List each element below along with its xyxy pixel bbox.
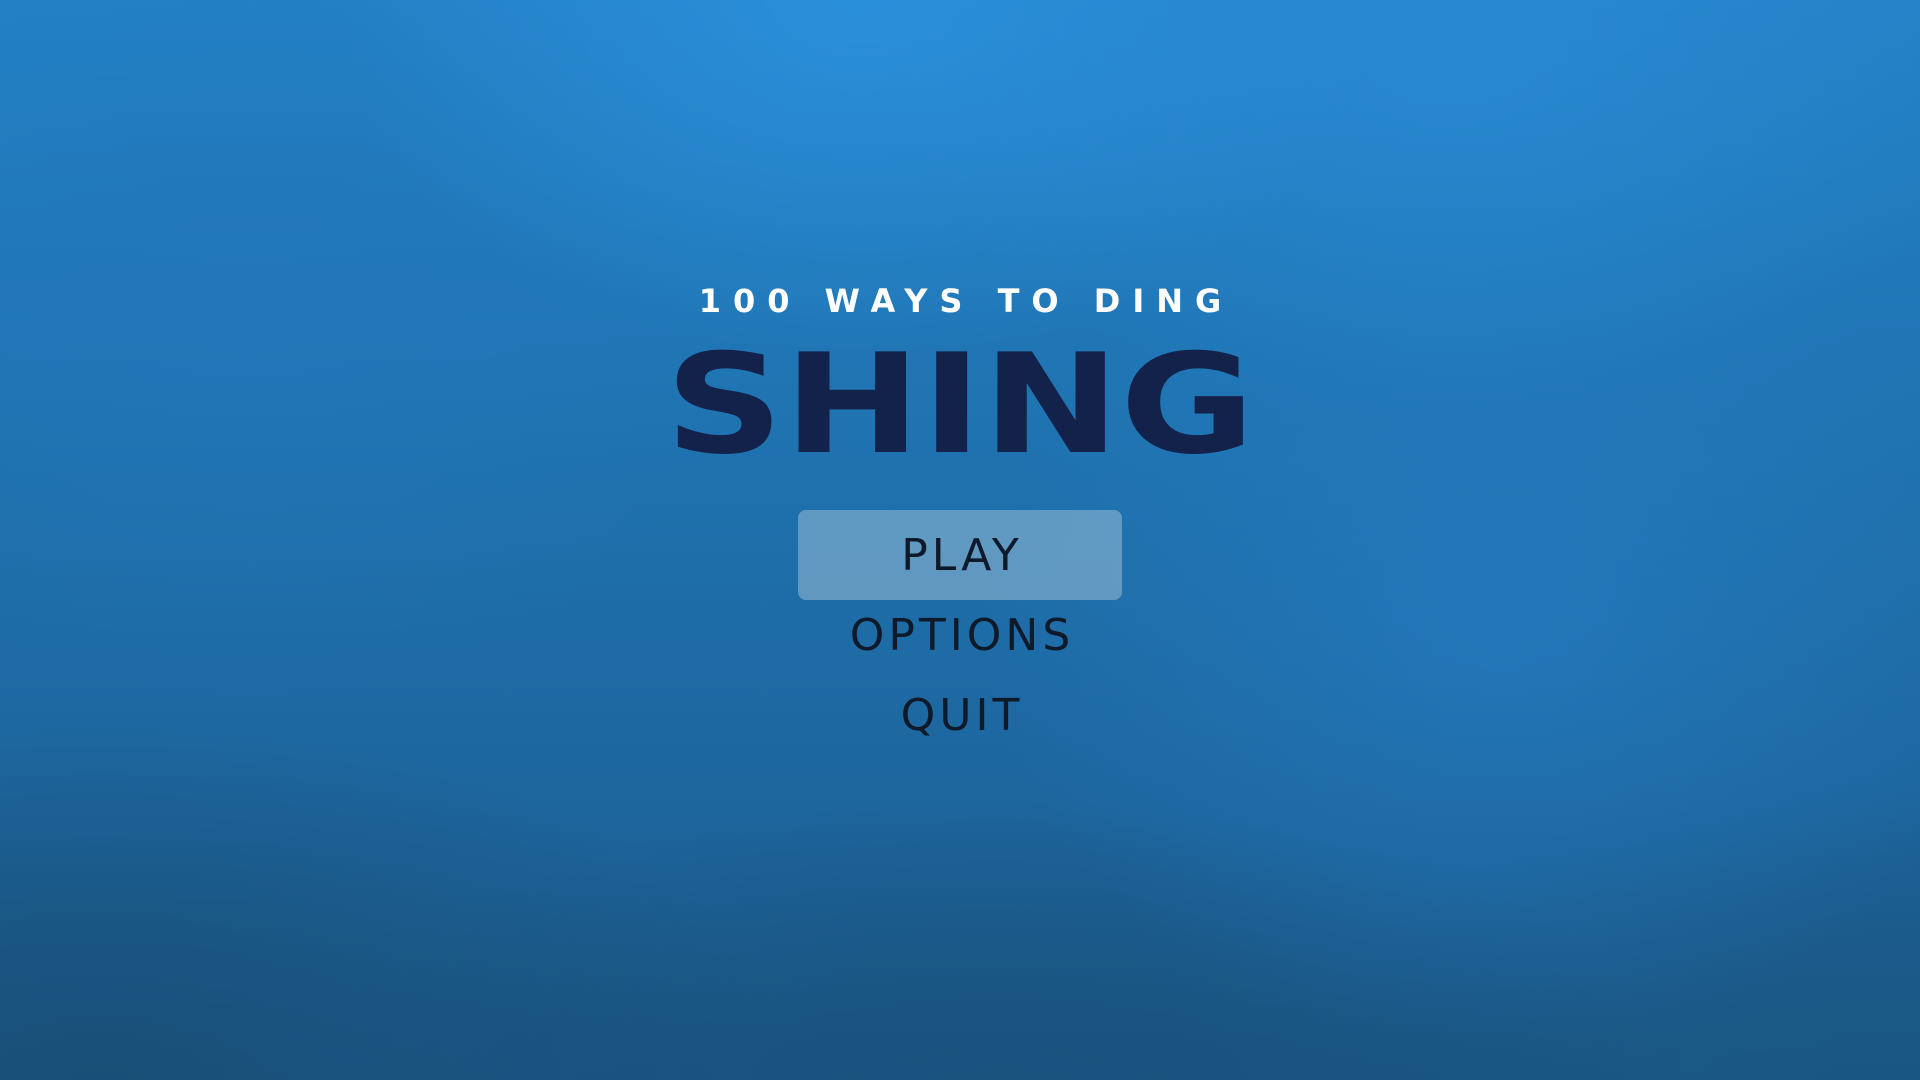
play-button[interactable]: PLAY <box>798 510 1122 600</box>
game-subtitle: 100 WAYS TO DING <box>698 282 1234 320</box>
game-title-logo: SHING <box>665 340 1255 475</box>
quit-button[interactable]: QUIT <box>798 670 1122 760</box>
game-title: SHING <box>665 340 1255 475</box>
main-menu: 100 WAYS TO DING SHING PLAY OPTIONS QUIT <box>0 0 1920 1080</box>
options-button[interactable]: OPTIONS <box>798 590 1122 680</box>
